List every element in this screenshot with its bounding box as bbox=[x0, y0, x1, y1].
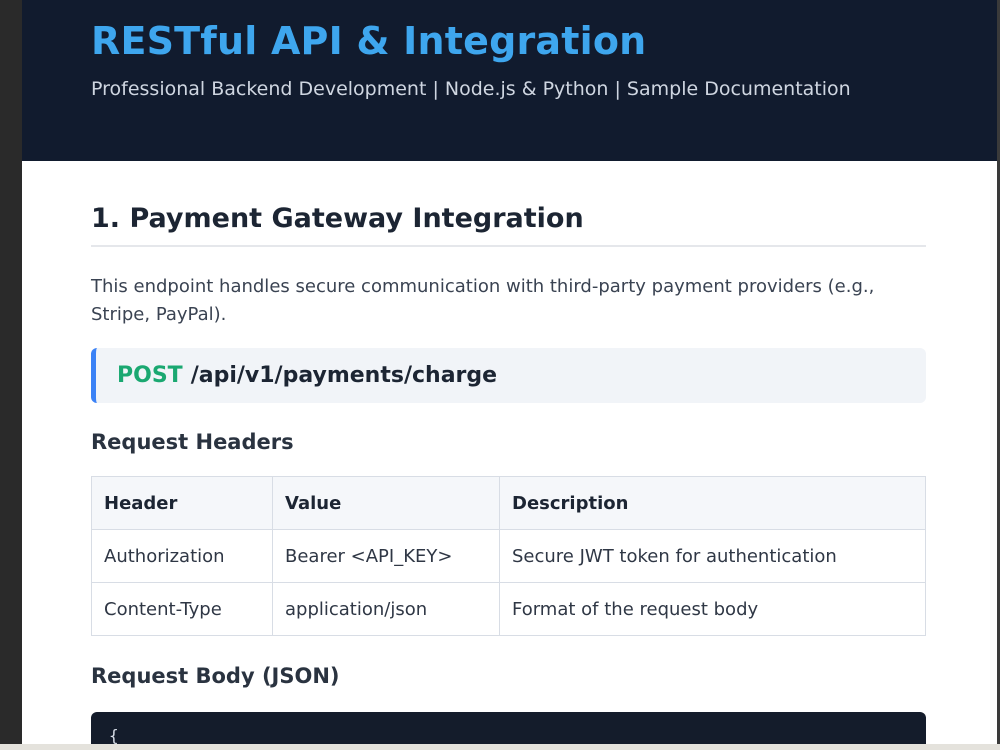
page-header: RESTful API & Integration Professional B… bbox=[22, 0, 997, 161]
table-cell: Authorization bbox=[91, 529, 273, 583]
request-headers-heading: Request Headers bbox=[91, 430, 294, 454]
table-row: Content-Type application/json Format of … bbox=[91, 582, 926, 636]
request-body-heading: Request Body (JSON) bbox=[91, 664, 340, 688]
document-page[interactable]: RESTful API & Integration Professional B… bbox=[22, 0, 997, 744]
bottom-edge-strip bbox=[0, 744, 1000, 750]
page-title: RESTful API & Integration bbox=[91, 19, 647, 63]
table-row: Authorization Bearer <API_KEY> Secure JW… bbox=[91, 529, 926, 583]
request-headers-table: Header Value Description Authorization B… bbox=[91, 476, 926, 636]
http-method: POST bbox=[117, 363, 183, 388]
column-header: Value bbox=[272, 476, 500, 530]
table-cell: application/json bbox=[272, 582, 500, 636]
code-line: { bbox=[109, 726, 119, 744]
table-cell: Bearer <API_KEY> bbox=[272, 529, 500, 583]
column-header: Header bbox=[91, 476, 273, 530]
endpoint-path: /api/v1/payments/charge bbox=[190, 363, 498, 388]
table-cell: Format of the request body bbox=[499, 582, 926, 636]
endpoint-banner: POST /api/v1/payments/charge bbox=[91, 348, 926, 403]
section-title: 1. Payment Gateway Integration bbox=[91, 201, 926, 247]
code-block: { bbox=[91, 712, 926, 744]
table-cell: Content-Type bbox=[91, 582, 273, 636]
table-cell: Secure JWT token for authentication bbox=[499, 529, 926, 583]
window-left-frame bbox=[0, 0, 22, 750]
table-header-row: Header Value Description bbox=[91, 476, 926, 530]
page-subtitle: Professional Backend Development | Node.… bbox=[91, 78, 851, 100]
main-content: 1. Payment Gateway Integration This endp… bbox=[22, 161, 997, 744]
section-description: This endpoint handles secure communicati… bbox=[91, 276, 875, 325]
column-header: Description bbox=[499, 476, 926, 530]
